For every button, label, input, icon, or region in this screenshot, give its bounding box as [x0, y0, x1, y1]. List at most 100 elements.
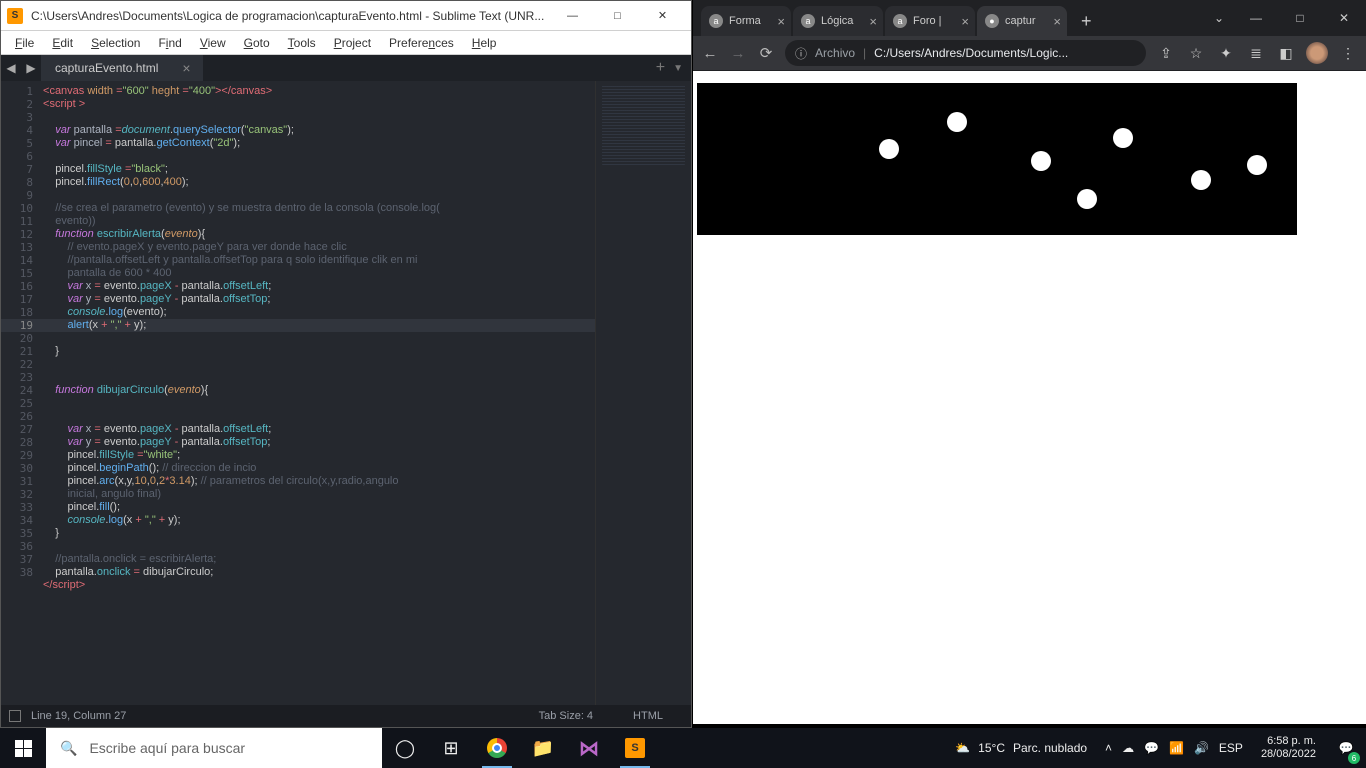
- taskbar: 🔍 Escribe aquí para buscar ◯ ⊞ 📁 ⋈ S ⛅ 1…: [0, 728, 1366, 768]
- menu-view[interactable]: View: [192, 34, 234, 52]
- tab-close-icon[interactable]: ×: [961, 14, 969, 29]
- canvas-dot: [879, 139, 899, 159]
- canvas-dot: [1191, 170, 1211, 190]
- cortana-icon[interactable]: ◯: [382, 728, 428, 768]
- menu-project[interactable]: Project: [326, 34, 379, 52]
- extensions-icon[interactable]: ✦: [1216, 45, 1236, 62]
- sublime-menubar: File Edit Selection Find View Goto Tools…: [1, 31, 691, 55]
- share-icon[interactable]: ⇪: [1156, 45, 1176, 62]
- chrome-tab[interactable]: aLógica×: [793, 6, 883, 36]
- page-viewport[interactable]: [693, 70, 1366, 724]
- onedrive-icon[interactable]: ☁: [1122, 741, 1134, 755]
- minimize-button[interactable]: —: [550, 2, 595, 30]
- chrome-minimize-button[interactable]: —: [1234, 3, 1278, 33]
- menu-help[interactable]: Help: [464, 34, 505, 52]
- action-center-icon[interactable]: 💬6: [1326, 728, 1366, 768]
- nav-fwd-icon[interactable]: ▶: [21, 58, 41, 78]
- status-language[interactable]: HTML: [633, 710, 663, 722]
- maximize-button[interactable]: □: [595, 2, 640, 30]
- chrome-window: aForma×aLógica×aForo |×●captur× + ⌄ — □ …: [692, 0, 1366, 728]
- menu-icon[interactable]: ⋮: [1338, 45, 1358, 62]
- minimap[interactable]: [595, 81, 691, 705]
- volume-icon[interactable]: 🔊: [1194, 741, 1209, 755]
- taskbar-sublime[interactable]: S: [612, 728, 658, 768]
- clock-time: 6:58 p. m.: [1261, 735, 1316, 748]
- sidepanel-icon[interactable]: ◧: [1276, 45, 1296, 62]
- weather-temp: 15°C: [978, 741, 1005, 755]
- sublime-tabbar: ◀ ▶ capturaEvento.html × + ▼: [1, 55, 691, 81]
- chrome-close-button[interactable]: ✕: [1322, 3, 1366, 33]
- forward-icon[interactable]: →: [729, 45, 747, 62]
- editor-area[interactable]: 1234567891011121314151617181920212223242…: [1, 81, 691, 705]
- tab-dropdown-icon[interactable]: ▼: [671, 63, 691, 74]
- taskview-icon[interactable]: ⊞: [428, 728, 474, 768]
- code-content[interactable]: <canvas width ="600" heght ="400"></canv…: [43, 81, 595, 705]
- menu-find[interactable]: Find: [150, 34, 189, 52]
- taskbar-explorer[interactable]: 📁: [520, 728, 566, 768]
- line-gutter: 1234567891011121314151617181920212223242…: [1, 81, 43, 705]
- profile-avatar[interactable]: [1306, 42, 1328, 64]
- taskbar-search[interactable]: 🔍 Escribe aquí para buscar: [46, 728, 382, 768]
- weather-widget[interactable]: ⛅ 15°C Parc. nublado: [945, 741, 1097, 755]
- menu-preferences[interactable]: Preferences: [381, 34, 462, 52]
- address-bar[interactable]: ⓘ Archivo | C:/Users/Andres/Documents/Lo…: [785, 40, 1146, 66]
- system-tray[interactable]: ˄ ☁ 💬 📶 🔊 ESP: [1097, 741, 1251, 755]
- favicon-icon: a: [709, 14, 723, 28]
- tab-title: Foro |: [913, 15, 955, 27]
- taskbar-clock[interactable]: 6:58 p. m. 28/08/2022: [1251, 735, 1326, 761]
- chrome-maximize-button[interactable]: □: [1278, 3, 1322, 33]
- canvas-dot: [947, 112, 967, 132]
- reload-icon[interactable]: ⟳: [757, 44, 775, 62]
- menu-edit[interactable]: Edit: [44, 34, 81, 52]
- sublime-titlebar[interactable]: S C:\Users\Andres\Documents\Logica de pr…: [1, 1, 691, 31]
- canvas-element[interactable]: [697, 83, 1297, 235]
- tab-close-icon[interactable]: ×: [1053, 14, 1061, 29]
- chrome-dropdown-icon[interactable]: ⌄: [1204, 11, 1234, 25]
- canvas-dot: [1113, 128, 1133, 148]
- sublime-window: S C:\Users\Andres\Documents\Logica de pr…: [0, 0, 692, 728]
- tray-chevron-icon[interactable]: ˄: [1105, 741, 1112, 755]
- canvas-dot: [1031, 151, 1051, 171]
- language-indicator[interactable]: ESP: [1219, 741, 1243, 755]
- wifi-icon[interactable]: 📶: [1169, 741, 1184, 755]
- search-icon: 🔍: [60, 740, 77, 757]
- menu-goto[interactable]: Goto: [236, 34, 278, 52]
- taskbar-visualstudio[interactable]: ⋈: [566, 728, 612, 768]
- back-icon[interactable]: ←: [701, 45, 719, 62]
- chrome-tab[interactable]: aForo |×: [885, 6, 975, 36]
- status-tabsize[interactable]: Tab Size: 4: [539, 710, 593, 722]
- tab-title: captur: [1005, 15, 1047, 27]
- menu-tools[interactable]: Tools: [280, 34, 324, 52]
- chrome-tabstrip: aForma×aLógica×aForo |×●captur× + ⌄ — □ …: [693, 0, 1366, 36]
- new-tab-button[interactable]: +: [650, 59, 671, 77]
- nav-back-icon[interactable]: ◀: [1, 58, 21, 78]
- tab-title: Lógica: [821, 15, 863, 27]
- readinglist-icon[interactable]: ≣: [1246, 45, 1266, 62]
- sublime-icon: S: [7, 8, 23, 24]
- chrome-toolbar: ← → ⟳ ⓘ Archivo | C:/Users/Andres/Docume…: [693, 36, 1366, 70]
- file-info-icon: ⓘ: [795, 45, 807, 62]
- chrome-tab[interactable]: aForma×: [701, 6, 791, 36]
- menu-selection[interactable]: Selection: [83, 34, 148, 52]
- favicon-icon: ●: [985, 14, 999, 28]
- taskbar-chrome[interactable]: [474, 728, 520, 768]
- chrome-icon: [487, 738, 507, 758]
- status-position[interactable]: Line 19, Column 27: [31, 710, 126, 722]
- statusbar: Line 19, Column 27 Tab Size: 4 HTML: [1, 705, 691, 727]
- clock-date: 28/08/2022: [1261, 748, 1316, 761]
- chrome-newtab-button[interactable]: +: [1069, 11, 1104, 36]
- tab-close-icon[interactable]: ×: [182, 60, 190, 76]
- bookmark-icon[interactable]: ☆: [1186, 45, 1206, 62]
- start-button[interactable]: [0, 728, 46, 768]
- tab-close-icon[interactable]: ×: [777, 14, 785, 29]
- status-panel-icon[interactable]: [9, 710, 21, 722]
- chrome-tab[interactable]: ● captur ×: [977, 6, 1067, 36]
- search-placeholder: Escribe aquí para buscar: [89, 740, 245, 756]
- editor-tab[interactable]: capturaEvento.html ×: [41, 55, 203, 81]
- editor-tab-label: capturaEvento.html: [55, 61, 158, 75]
- tab-close-icon[interactable]: ×: [869, 14, 877, 29]
- close-button[interactable]: ✕: [640, 2, 685, 30]
- meetnow-icon[interactable]: 💬: [1144, 741, 1159, 755]
- windows-icon: [15, 740, 32, 757]
- menu-file[interactable]: File: [7, 34, 42, 52]
